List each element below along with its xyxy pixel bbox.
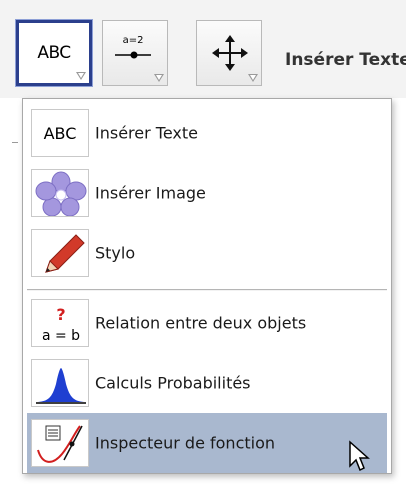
text-icon-label: ABC bbox=[43, 123, 77, 143]
move-graphics-view-button[interactable] bbox=[196, 20, 262, 86]
toolbar: ABC a=2 Insérer Texte bbox=[0, 0, 406, 98]
mouse-cursor-icon bbox=[349, 440, 370, 472]
dropdown-triangle-icon bbox=[76, 72, 86, 80]
svg-text:?: ? bbox=[56, 305, 65, 324]
slider-icon: a=2 bbox=[111, 31, 155, 71]
text-icon: ABC bbox=[31, 109, 89, 157]
bell-curve-icon bbox=[31, 359, 89, 407]
pencil-icon bbox=[31, 229, 89, 277]
menu-item-probability[interactable]: Calculs Probabilités bbox=[27, 353, 387, 413]
flower-image-icon bbox=[31, 169, 89, 217]
axis-tick bbox=[12, 142, 18, 143]
menu-item-pen[interactable]: Stylo bbox=[27, 223, 387, 283]
function-inspector-icon bbox=[31, 419, 89, 467]
relation-icon-label: a = b bbox=[42, 328, 80, 344]
menu-separator bbox=[27, 289, 387, 291]
tool-dropdown-menu: ABC Insérer Texte Insérer Image Stylo ? … bbox=[22, 98, 392, 474]
text-tool-label: ABC bbox=[37, 43, 71, 63]
text-tool-button[interactable]: ABC bbox=[16, 20, 92, 86]
menu-item-relation[interactable]: ? a = b Relation entre deux objets bbox=[27, 293, 387, 353]
slider-tool-button[interactable]: a=2 bbox=[102, 20, 168, 86]
menu-item-label: Insérer Texte bbox=[95, 123, 198, 143]
toolbar-clip: ABC a=2 Insérer Texte bbox=[0, 0, 406, 98]
menu-item-label: Inspecteur de fonction bbox=[95, 433, 276, 453]
menu-item-label: Calculs Probabilités bbox=[95, 373, 251, 393]
menu-item-label: Stylo bbox=[95, 243, 136, 263]
relation-icon: ? a = b bbox=[31, 299, 89, 347]
active-tool-name: Insérer Texte bbox=[285, 50, 406, 70]
menu-item-insert-image[interactable]: Insérer Image bbox=[27, 163, 387, 223]
menu-item-label: Insérer Image bbox=[95, 183, 206, 203]
app-window: ABC a=2 Insérer Texte ABC Insérer Texte … bbox=[0, 0, 406, 489]
dropdown-triangle-icon bbox=[154, 74, 164, 82]
menu-item-label: Relation entre deux objets bbox=[95, 313, 307, 333]
menu-item-function-inspector[interactable]: Inspecteur de fonction bbox=[27, 413, 387, 473]
menu-item-insert-text[interactable]: ABC Insérer Texte bbox=[27, 103, 387, 163]
dropdown-triangle-icon bbox=[248, 74, 258, 82]
